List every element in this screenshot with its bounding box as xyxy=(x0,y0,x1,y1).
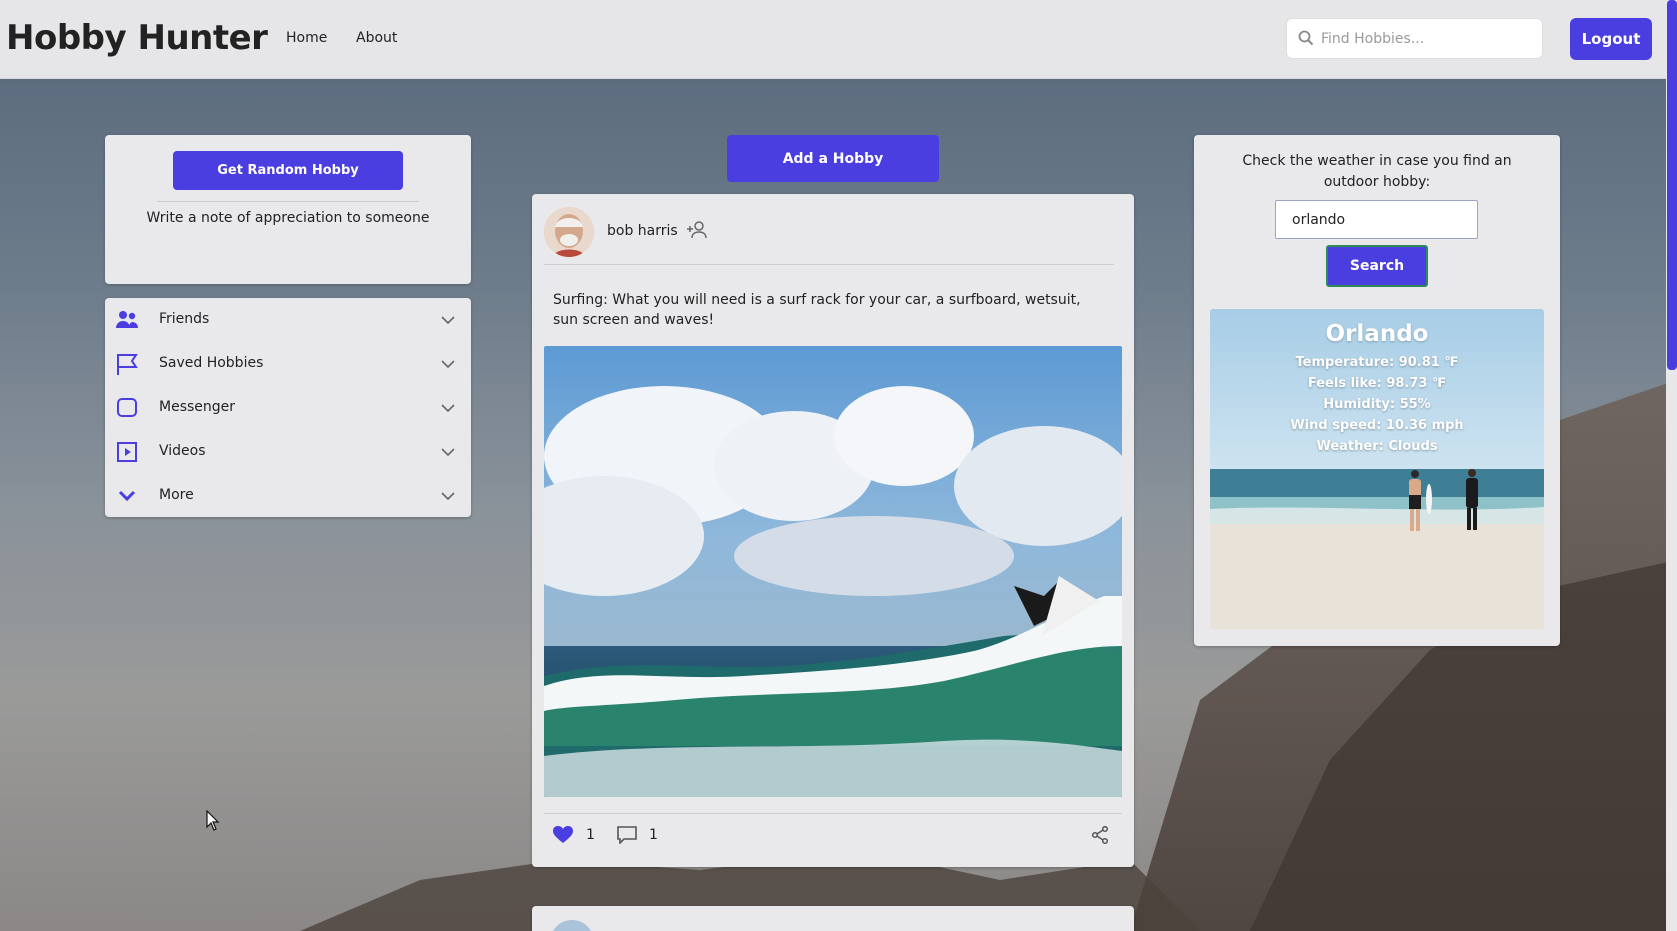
brand-logo[interactable]: Hobby Hunter xyxy=(6,18,268,58)
messenger-icon xyxy=(115,396,139,420)
sidebar-item-more[interactable]: More xyxy=(105,474,471,518)
sidebar-item-label: Saved Hobbies xyxy=(159,355,264,371)
weather-condition: Weather: Clouds xyxy=(1316,439,1438,454)
sidebar-item-videos[interactable]: Videos xyxy=(105,430,471,474)
sidebar-item-label: Messenger xyxy=(159,399,236,415)
divider xyxy=(157,201,419,202)
sidebar-item-friends[interactable]: Friends xyxy=(105,298,471,342)
top-navigation-bar: Hobby Hunter Home About Logout xyxy=(0,0,1677,79)
weather-city: Orlando xyxy=(1325,321,1429,347)
avatar[interactable] xyxy=(550,920,594,931)
weather-temperature: Temperature: 90.81 ℉ xyxy=(1295,355,1459,370)
add-friend-icon[interactable] xyxy=(686,221,708,243)
random-hobby-card: Get Random Hobby Write a note of appreci… xyxy=(105,135,471,284)
post-author-name[interactable]: bob harris xyxy=(607,223,678,239)
next-post-card xyxy=(532,906,1134,931)
chevron-down-icon[interactable] xyxy=(440,488,456,508)
weather-humidity: Humidity: 55% xyxy=(1323,397,1431,412)
sidebar-menu: Friends Saved Hobbies Messenger Videos M… xyxy=(105,298,471,517)
get-random-hobby-button[interactable]: Get Random Hobby xyxy=(173,151,403,190)
post-image-surfing xyxy=(544,346,1122,797)
sidebar-item-saved-hobbies[interactable]: Saved Hobbies xyxy=(105,342,471,386)
logout-button[interactable]: Logout xyxy=(1570,18,1652,60)
nav-home-link[interactable]: Home xyxy=(286,30,327,46)
weather-result-panel: Orlando Temperature: 90.81 ℉ Feels like:… xyxy=(1210,309,1544,629)
city-input[interactable] xyxy=(1275,200,1478,239)
weather-search-button[interactable]: Search xyxy=(1326,245,1428,287)
weather-prompt: Check the weather in case you find an ou… xyxy=(1242,153,1512,190)
heart-icon[interactable] xyxy=(553,826,573,848)
weather-feels-like: Feels like: 98.73 ℉ xyxy=(1307,376,1447,391)
flag-icon xyxy=(115,352,139,376)
search-icon xyxy=(1298,30,1314,50)
chevron-down-icon[interactable] xyxy=(440,400,456,420)
mouse-cursor-icon xyxy=(206,809,220,836)
comment-icon[interactable] xyxy=(617,826,637,848)
sidebar-item-messenger[interactable]: Messenger xyxy=(105,386,471,430)
weather-wind: Wind speed: 10.36 mph xyxy=(1290,418,1464,433)
sidebar-item-label: More xyxy=(159,487,194,503)
chevron-down-icon xyxy=(115,484,139,508)
add-hobby-button[interactable]: Add a Hobby xyxy=(727,135,939,182)
hobby-post-card: bob harris Surfing: What you will need i… xyxy=(532,194,1134,867)
chevron-down-icon[interactable] xyxy=(440,312,456,332)
divider xyxy=(544,813,1122,814)
hobby-search-input[interactable] xyxy=(1321,19,1536,58)
chevron-down-icon[interactable] xyxy=(440,444,456,464)
chevron-down-icon[interactable] xyxy=(440,356,456,376)
sidebar-item-label: Videos xyxy=(159,443,206,459)
divider xyxy=(544,264,1114,265)
scrollbar-thumb[interactable] xyxy=(1667,0,1677,370)
nav-about-link[interactable]: About xyxy=(356,30,397,46)
weather-widget: Check the weather in case you find an ou… xyxy=(1194,135,1560,646)
sidebar-item-label: Friends xyxy=(159,311,210,327)
post-body-text: Surfing: What you will need is a surf ra… xyxy=(553,292,1081,328)
hobby-search-box xyxy=(1286,18,1543,59)
like-count: 1 xyxy=(586,827,595,843)
comment-count: 1 xyxy=(649,827,658,843)
friends-icon xyxy=(115,308,139,332)
share-icon[interactable] xyxy=(1091,825,1109,848)
video-icon xyxy=(115,440,139,464)
avatar[interactable] xyxy=(544,207,594,257)
random-hobby-suggestion: Write a note of appreciation to someone xyxy=(146,210,430,226)
